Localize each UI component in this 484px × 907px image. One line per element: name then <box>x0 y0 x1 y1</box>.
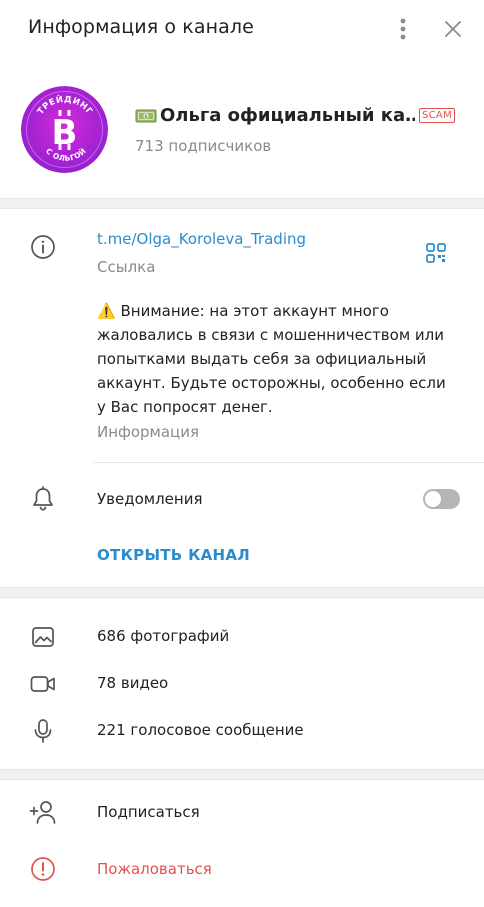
media-voice-row[interactable]: 221 голосовое сообщение <box>0 708 484 754</box>
report-icon <box>31 857 55 881</box>
report-button[interactable]: Пожаловаться <box>97 860 212 878</box>
notifications-toggle[interactable] <box>423 489 460 509</box>
info-icon-wrap <box>29 233 57 261</box>
bell-icon <box>33 486 53 511</box>
voice-count: 221 голосовое сообщение <box>97 721 304 739</box>
header: Информация о канале <box>0 0 484 58</box>
photos-count: 686 фотографий <box>97 627 230 645</box>
toggle-knob <box>425 491 441 507</box>
warning-text: Внимание: на этот аккаунт много жаловали… <box>97 302 446 416</box>
close-button[interactable] <box>439 15 467 43</box>
section-divider <box>0 198 484 209</box>
photo-icon <box>32 627 54 647</box>
microphone-icon <box>34 719 52 743</box>
info-icon <box>31 235 55 259</box>
subscribe-icon-wrap[interactable] <box>29 798 57 826</box>
video-icon-wrap <box>29 670 57 698</box>
notifications-label: Уведомления <box>97 490 203 508</box>
video-icon <box>30 676 55 692</box>
media-videos-row[interactable]: 78 видео <box>0 661 484 707</box>
mic-icon-wrap <box>29 717 57 745</box>
more-button[interactable] <box>389 15 417 43</box>
svg-text:$: $ <box>144 114 147 120</box>
info-caption: Информация <box>97 423 200 441</box>
section-divider <box>0 769 484 780</box>
bitcoin-icon: ТРЕЙДИНГ B С ОЛЬГОЙ <box>21 86 108 173</box>
subscribe-button[interactable]: Подписаться <box>97 803 200 821</box>
section-divider <box>0 587 484 598</box>
subscriber-count: 713 подписчиков <box>135 137 272 155</box>
media-photos-row[interactable]: 686 фотографий <box>0 614 484 660</box>
channel-name-row: $ Ольга официальный ка… SCAM <box>135 105 455 126</box>
separator <box>93 462 484 463</box>
qr-code-icon <box>426 243 446 263</box>
channel-name: Ольга официальный ка… <box>160 105 415 126</box>
money-icon: $ <box>135 109 157 122</box>
more-vertical-icon <box>400 18 406 40</box>
report-icon-wrap[interactable] <box>29 855 57 883</box>
close-icon <box>445 21 461 37</box>
link-caption: Ссылка <box>97 258 156 276</box>
add-user-icon <box>29 801 56 824</box>
warning-icon: ⚠️ <box>97 302 116 320</box>
avatar[interactable]: ТРЕЙДИНГ B С ОЛЬГОЙ <box>21 86 108 173</box>
qr-code-button[interactable] <box>423 240 449 266</box>
open-channel-button[interactable]: ОТКРЫТЬ КАНАЛ <box>97 546 250 564</box>
videos-count: 78 видео <box>97 674 169 692</box>
channel-profile: ТРЕЙДИНГ B С ОЛЬГОЙ $ Ольга официальный … <box>0 58 484 198</box>
page-title: Информация о канале <box>28 16 254 38</box>
scam-warning: ⚠️ Внимание: на этот аккаунт много жалов… <box>97 299 457 419</box>
scam-badge: SCAM <box>419 108 455 123</box>
channel-link[interactable]: t.me/Olga_Koroleva_Trading <box>97 230 306 248</box>
bell-icon-wrap <box>29 485 57 513</box>
avatar-symbol: B <box>52 113 78 153</box>
photo-icon-wrap <box>29 623 57 651</box>
